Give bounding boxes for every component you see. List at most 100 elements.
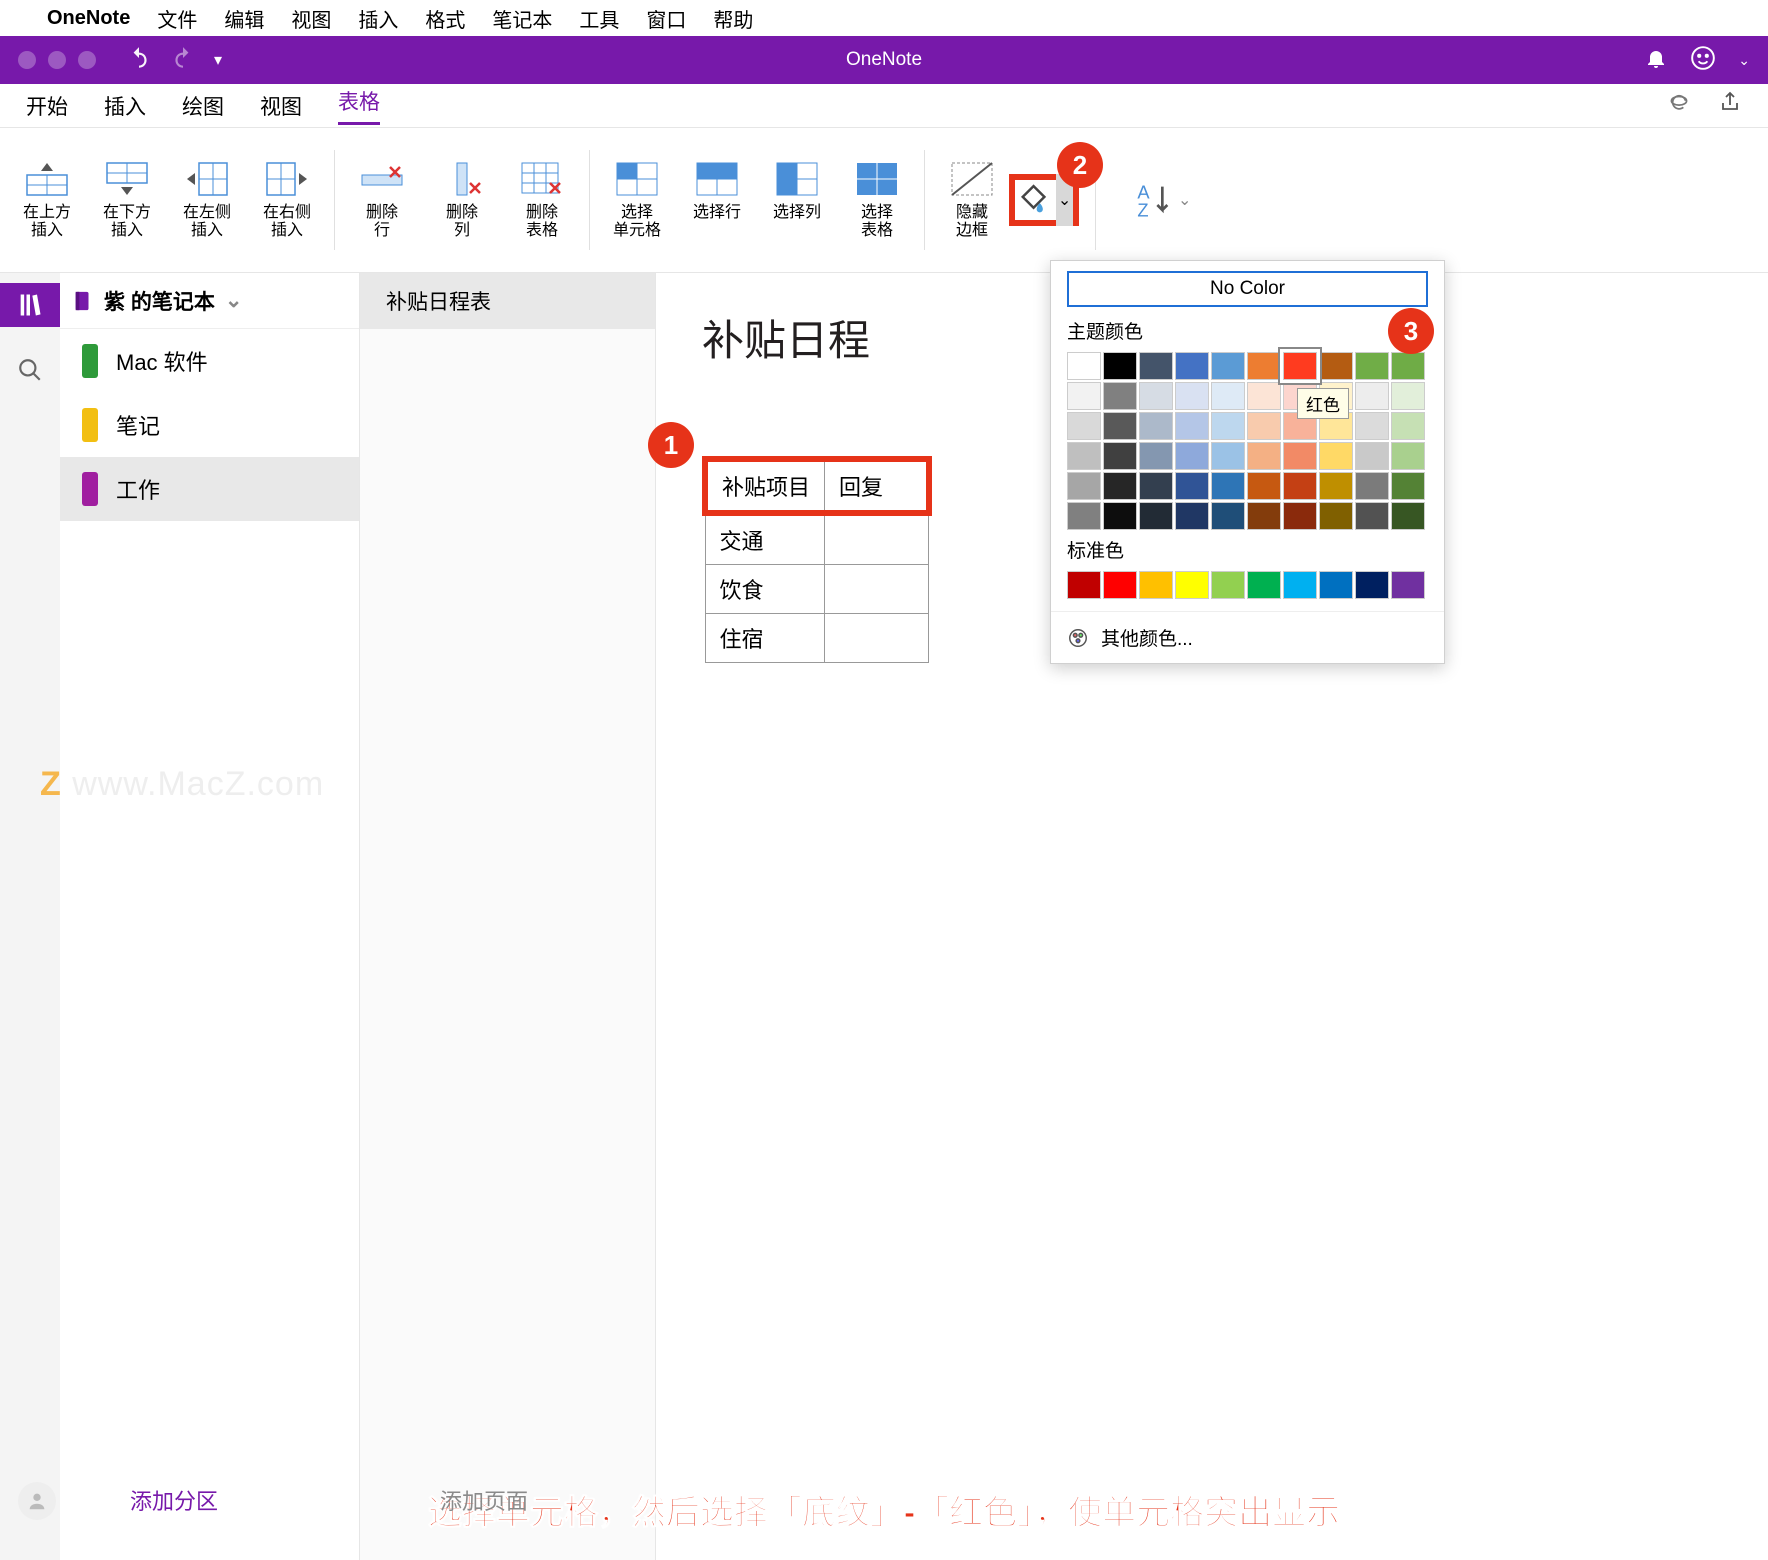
- color-swatch[interactable]: [1247, 502, 1281, 530]
- delete-col-button[interactable]: 删除 列: [431, 160, 493, 240]
- color-swatch[interactable]: [1211, 382, 1245, 410]
- redo-button[interactable]: [170, 45, 196, 76]
- color-swatch[interactable]: [1103, 412, 1137, 440]
- color-swatch[interactable]: [1211, 412, 1245, 440]
- table-cell[interactable]: [825, 513, 929, 565]
- color-swatch[interactable]: [1283, 571, 1317, 599]
- menu-edit[interactable]: 编辑: [224, 4, 264, 33]
- color-swatch[interactable]: [1319, 442, 1353, 470]
- color-swatch[interactable]: [1391, 502, 1425, 530]
- color-swatch[interactable]: [1283, 352, 1317, 380]
- table-cell[interactable]: 交通: [705, 513, 825, 565]
- select-table-button[interactable]: 选择 表格: [846, 160, 908, 240]
- color-swatch[interactable]: [1247, 571, 1281, 599]
- color-swatch[interactable]: [1355, 571, 1389, 599]
- add-page-button[interactable]: 添加页面: [440, 1484, 528, 1516]
- table-header-cell[interactable]: 补贴项目: [705, 459, 825, 513]
- color-swatch[interactable]: [1391, 412, 1425, 440]
- select-row-button[interactable]: 选择行: [686, 160, 748, 240]
- color-swatch[interactable]: [1355, 442, 1389, 470]
- color-swatch[interactable]: [1247, 442, 1281, 470]
- color-swatch[interactable]: [1067, 382, 1101, 410]
- notebooks-icon[interactable]: [0, 283, 60, 327]
- sort-button[interactable]: AZ ⌄: [1134, 174, 1191, 226]
- insert-row-below-button[interactable]: 在下方 插入: [96, 160, 158, 240]
- color-swatch[interactable]: [1067, 472, 1101, 500]
- color-swatch[interactable]: [1319, 571, 1353, 599]
- color-swatch[interactable]: [1319, 502, 1353, 530]
- color-swatch[interactable]: [1355, 472, 1389, 500]
- insert-col-left-button[interactable]: 在左侧 插入: [176, 160, 238, 240]
- menu-view[interactable]: 视图: [291, 4, 331, 33]
- color-swatch[interactable]: [1103, 502, 1137, 530]
- hide-borders-button[interactable]: 隐藏 边框: [941, 160, 1003, 240]
- delete-row-button[interactable]: 删除 行: [351, 160, 413, 240]
- color-swatch[interactable]: [1067, 571, 1101, 599]
- share-icon[interactable]: [1718, 90, 1742, 122]
- color-swatch[interactable]: [1175, 472, 1209, 500]
- color-swatch[interactable]: [1211, 442, 1245, 470]
- color-swatch[interactable]: [1391, 472, 1425, 500]
- color-swatch[interactable]: [1247, 412, 1281, 440]
- menu-format[interactable]: 格式: [425, 4, 465, 33]
- color-swatch[interactable]: [1355, 352, 1389, 380]
- add-section-button[interactable]: 添加分区: [130, 1484, 218, 1516]
- menu-help[interactable]: 帮助: [713, 4, 753, 33]
- color-swatch[interactable]: [1283, 442, 1317, 470]
- minimize-button[interactable]: [48, 51, 66, 69]
- menu-window[interactable]: 窗口: [646, 4, 686, 33]
- tab-insert[interactable]: 插入: [104, 91, 146, 121]
- account-icon[interactable]: [1690, 45, 1716, 76]
- color-swatch[interactable]: [1103, 442, 1137, 470]
- color-swatch[interactable]: [1067, 502, 1101, 530]
- color-swatch[interactable]: [1067, 412, 1101, 440]
- color-swatch[interactable]: [1355, 382, 1389, 410]
- color-swatch[interactable]: [1139, 382, 1173, 410]
- user-avatar[interactable]: [18, 1482, 56, 1520]
- tab-table[interactable]: 表格: [338, 86, 380, 125]
- color-swatch[interactable]: [1319, 352, 1353, 380]
- close-button[interactable]: [18, 51, 36, 69]
- color-swatch[interactable]: [1391, 442, 1425, 470]
- select-cell-button[interactable]: 选择 单元格: [606, 160, 668, 240]
- menu-tools[interactable]: 工具: [579, 4, 619, 33]
- zoom-button[interactable]: [78, 51, 96, 69]
- delete-table-button[interactable]: 删除 表格: [511, 160, 573, 240]
- section-item[interactable]: 笔记: [60, 393, 359, 457]
- color-swatch[interactable]: [1355, 412, 1389, 440]
- app-name[interactable]: OneNote: [47, 7, 130, 30]
- tab-draw[interactable]: 绘图: [182, 91, 224, 121]
- chevron-down-icon[interactable]: ⌄: [1738, 52, 1750, 69]
- insert-col-right-button[interactable]: 在右侧 插入: [256, 160, 318, 240]
- color-swatch[interactable]: [1175, 382, 1209, 410]
- color-swatch[interactable]: [1139, 412, 1173, 440]
- color-swatch[interactable]: [1139, 502, 1173, 530]
- shading-button[interactable]: ⌄ 2: [1009, 174, 1079, 226]
- color-swatch[interactable]: [1391, 352, 1425, 380]
- section-item[interactable]: Mac 软件: [60, 329, 359, 393]
- color-swatch[interactable]: [1103, 352, 1137, 380]
- menu-notebook[interactable]: 笔记本: [492, 4, 552, 33]
- table-cell[interactable]: [825, 565, 929, 614]
- color-swatch[interactable]: [1211, 571, 1245, 599]
- tab-view[interactable]: 视图: [260, 91, 302, 121]
- content-table[interactable]: 补贴项目回复 交通 饮食 住宿: [702, 456, 932, 663]
- color-swatch[interactable]: [1067, 442, 1101, 470]
- color-swatch[interactable]: [1247, 382, 1281, 410]
- more-colors-button[interactable]: 其他颜色...: [1051, 611, 1444, 663]
- undo-button[interactable]: [126, 45, 152, 76]
- sync-icon[interactable]: [1666, 90, 1692, 122]
- color-swatch[interactable]: [1319, 472, 1353, 500]
- color-swatch[interactable]: [1139, 352, 1173, 380]
- search-icon[interactable]: [17, 357, 43, 388]
- color-swatch[interactable]: [1139, 442, 1173, 470]
- color-swatch[interactable]: [1103, 571, 1137, 599]
- color-swatch[interactable]: [1175, 502, 1209, 530]
- customize-qat-icon[interactable]: ▾: [214, 50, 222, 70]
- color-swatch[interactable]: [1355, 502, 1389, 530]
- color-swatch[interactable]: [1139, 472, 1173, 500]
- color-swatch[interactable]: [1175, 571, 1209, 599]
- color-swatch[interactable]: [1211, 352, 1245, 380]
- notebook-selector[interactable]: 紫 的笔记本 ⌄: [60, 273, 359, 329]
- insert-row-above-button[interactable]: 在上方 插入: [16, 160, 78, 240]
